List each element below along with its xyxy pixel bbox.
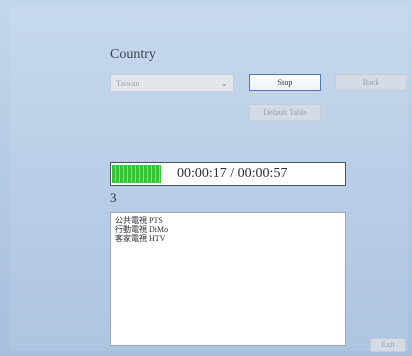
channel-list-item[interactable]: 行動電視 DiMo xyxy=(115,225,341,234)
scan-elapsed-time: 00:00:17 / 00:00:57 xyxy=(177,166,288,181)
country-label: Country xyxy=(110,47,156,62)
chevron-down-icon: ⌄ xyxy=(220,78,228,88)
channel-list[interactable]: 公共電視 PTS 行動電視 DiMo 客家電視 HTV xyxy=(110,212,346,346)
channel-list-item[interactable]: 客家電視 HTV xyxy=(115,234,341,243)
stop-button[interactable]: Stop xyxy=(249,74,321,91)
back-button[interactable]: Back xyxy=(335,74,407,91)
channel-list-item[interactable]: 公共電視 PTS xyxy=(115,216,341,225)
exit-button[interactable]: Exit xyxy=(370,338,406,352)
channel-count: 3 xyxy=(110,190,117,205)
country-selected-value: Taiwan xyxy=(116,79,140,88)
default-table-button[interactable]: Default Table xyxy=(249,104,321,121)
country-select[interactable]: Taiwan ⌄ xyxy=(110,74,234,92)
scan-progress-bar xyxy=(112,165,161,183)
scan-progress-box: 00:00:17 / 00:00:57 xyxy=(110,162,346,186)
